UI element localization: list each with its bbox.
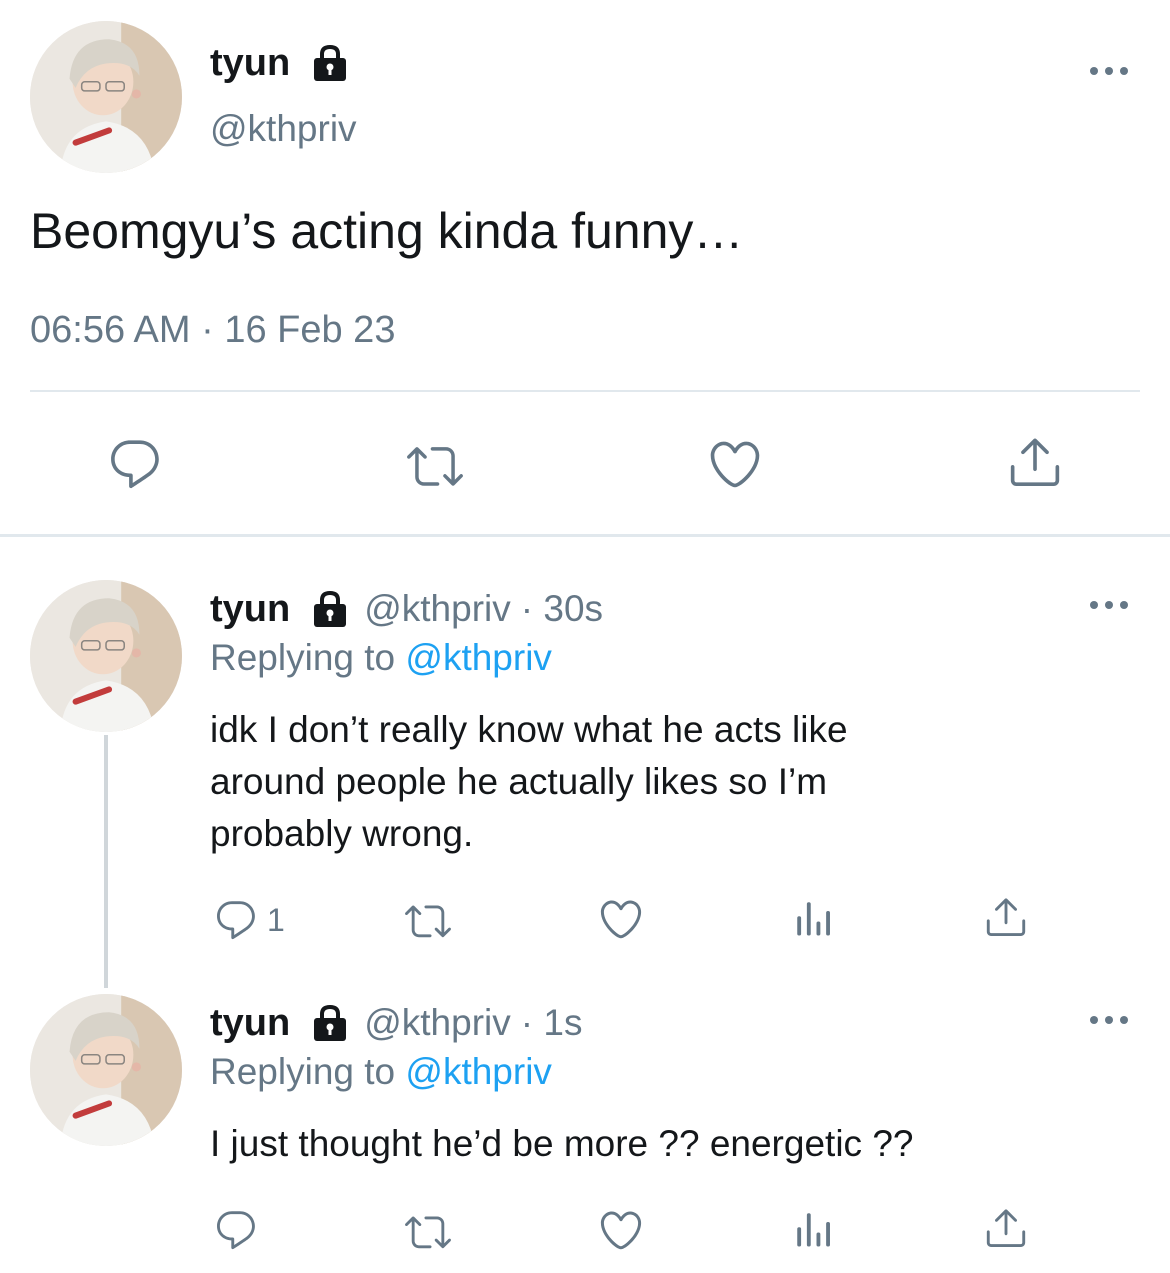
retweet-icon[interactable] xyxy=(400,898,456,944)
handle[interactable]: @kthpriv xyxy=(210,108,357,150)
avatar[interactable] xyxy=(30,21,182,173)
handle[interactable]: @kthpriv xyxy=(364,588,511,630)
tweet-text-line: I just thought he’d be more ?? energetic… xyxy=(210,1123,914,1164)
avatar[interactable] xyxy=(30,994,182,1146)
tweet-timestamp[interactable]: 06:56 AM · 16 Feb 23 xyxy=(30,309,395,352)
reply-button[interactable]: 1 xyxy=(213,897,285,943)
display-name[interactable]: tyun xyxy=(210,1002,290,1045)
reply-icon[interactable] xyxy=(106,435,164,493)
more-options-icon[interactable] xyxy=(1090,63,1130,77)
lock-icon xyxy=(310,43,350,83)
retweet-icon[interactable] xyxy=(404,438,466,494)
analytics-icon[interactable] xyxy=(792,1208,834,1250)
replying-prefix: Replying to xyxy=(210,637,396,678)
tweet-time[interactable]: · 30s xyxy=(521,588,603,630)
share-icon[interactable] xyxy=(1006,433,1064,491)
author-row: tyun @kthpriv · 30s xyxy=(210,586,603,632)
handle[interactable]: @kthpriv xyxy=(364,1002,511,1044)
reply-icon xyxy=(213,897,259,943)
lock-icon xyxy=(310,589,350,629)
author-row: tyun @kthpriv · 1s xyxy=(210,1000,582,1046)
analytics-icon[interactable] xyxy=(792,897,834,939)
tweet-text: I just thought he’d be more ?? energetic… xyxy=(210,1118,913,1170)
author-row: tyun xyxy=(210,40,350,86)
section-divider xyxy=(0,534,1170,537)
tweet-time[interactable]: · 1s xyxy=(521,1002,583,1044)
tweet-text-line: idk I don’t really know what he acts lik… xyxy=(210,709,848,750)
share-icon[interactable] xyxy=(983,894,1029,940)
retweet-icon[interactable] xyxy=(400,1209,456,1255)
tweet-text: idk I don’t really know what he acts lik… xyxy=(210,704,848,860)
like-icon[interactable] xyxy=(706,435,764,493)
replying-to: Replying to @kthpriv xyxy=(210,637,552,679)
tweet-text: Beomgyu’s acting kinda funny… xyxy=(30,203,744,259)
thread-connector xyxy=(104,735,108,988)
avatar[interactable] xyxy=(30,580,182,732)
display-name[interactable]: tyun xyxy=(210,42,290,85)
lock-icon xyxy=(310,1003,350,1043)
replying-to-link[interactable]: @kthpriv xyxy=(405,637,552,678)
tweet-text-line: probably wrong. xyxy=(210,813,474,854)
like-icon[interactable] xyxy=(597,895,645,943)
replying-to-link[interactable]: @kthpriv xyxy=(405,1051,552,1092)
reply-count: 1 xyxy=(267,901,285,938)
like-icon[interactable] xyxy=(597,1206,645,1254)
divider xyxy=(30,390,1140,392)
replying-to: Replying to @kthpriv xyxy=(210,1051,552,1093)
share-icon[interactable] xyxy=(983,1205,1029,1251)
reply-icon[interactable] xyxy=(213,1207,259,1253)
display-name[interactable]: tyun xyxy=(210,588,290,631)
more-options-icon[interactable] xyxy=(1090,1012,1130,1026)
more-options-icon[interactable] xyxy=(1090,597,1130,611)
replying-prefix: Replying to xyxy=(210,1051,396,1092)
tweet-text-line: around people he actually likes so I’m xyxy=(210,761,828,802)
